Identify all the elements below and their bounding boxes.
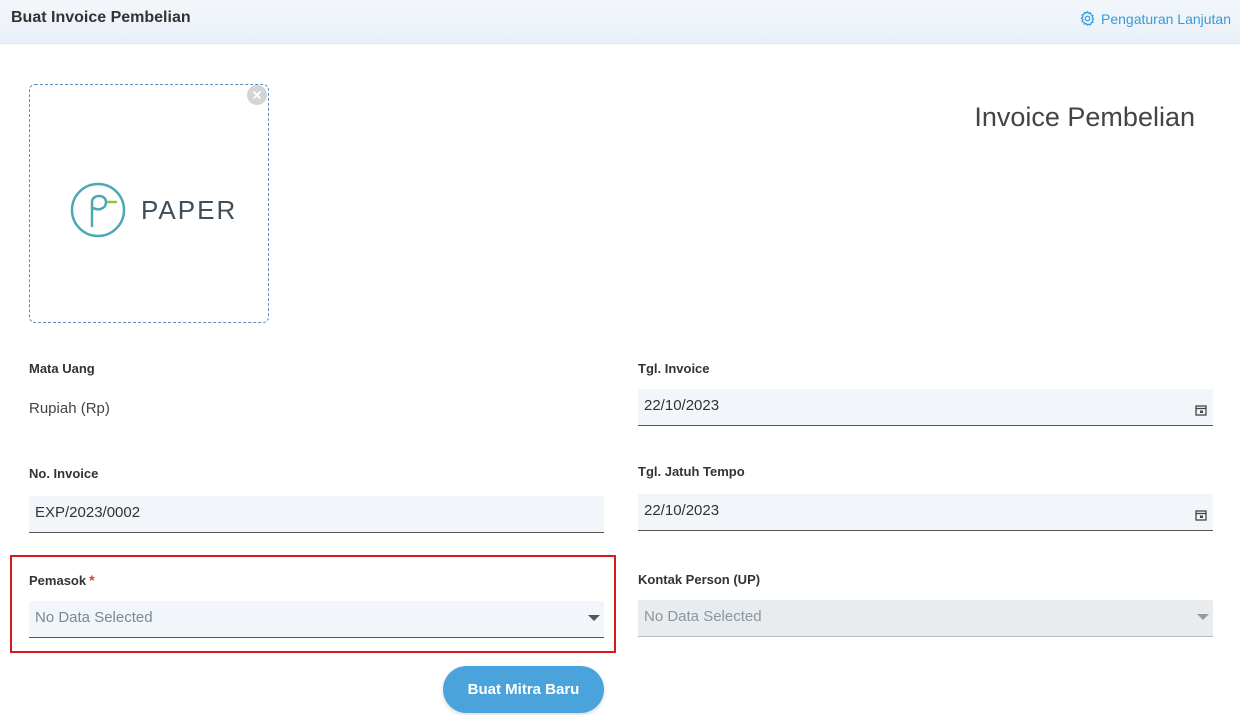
due-date-label: Tgl. Jatuh Tempo (638, 464, 745, 479)
gear-icon (1080, 10, 1095, 27)
paper-logo-icon (70, 182, 126, 238)
close-icon (252, 90, 262, 100)
contact-select: No Data Selected (638, 600, 1213, 637)
required-marker: * (89, 572, 95, 588)
contact-label: Kontak Person (UP) (638, 572, 761, 587)
calendar-icon[interactable] (1195, 404, 1207, 416)
due-date-value: 22/10/2023 (644, 502, 720, 519)
calendar-icon[interactable] (1195, 509, 1207, 521)
advanced-settings-label: Pengaturan Lanjutan (1101, 10, 1231, 27)
invoice-date-field[interactable]: 22/10/2023 (638, 389, 1213, 426)
invoice-no-label: No. Invoice (29, 466, 99, 481)
chevron-down-icon (1197, 614, 1209, 620)
page-title: Buat Invoice Pembelian (11, 9, 191, 26)
supplier-label: Pemasok * (29, 572, 95, 588)
invoice-no-value: EXP/2023/0002 (35, 504, 141, 521)
invoice-date-label: Tgl. Invoice (638, 361, 710, 376)
remove-logo-button[interactable] (247, 85, 267, 105)
create-partner-button[interactable]: Buat Mitra Baru (443, 666, 604, 713)
document-title: Invoice Pembelian (974, 102, 1195, 132)
logo-text: PAPER (141, 195, 238, 225)
supplier-select[interactable]: No Data Selected (29, 601, 604, 638)
currency-label: Mata Uang (29, 361, 95, 376)
currency-value: Rupiah (Rp) (29, 400, 110, 417)
contact-placeholder: No Data Selected (644, 608, 762, 625)
top-bar: Buat Invoice Pembelian Pengaturan Lanjut… (0, 0, 1240, 44)
supplier-label-text: Pemasok (29, 573, 87, 588)
supplier-placeholder: No Data Selected (35, 609, 153, 626)
invoice-no-field[interactable]: EXP/2023/0002 (29, 496, 604, 533)
advanced-settings-link[interactable]: Pengaturan Lanjutan (1079, 10, 1231, 27)
chevron-down-icon (588, 615, 600, 621)
invoice-date-value: 22/10/2023 (644, 397, 720, 414)
due-date-field[interactable]: 22/10/2023 (638, 494, 1213, 531)
